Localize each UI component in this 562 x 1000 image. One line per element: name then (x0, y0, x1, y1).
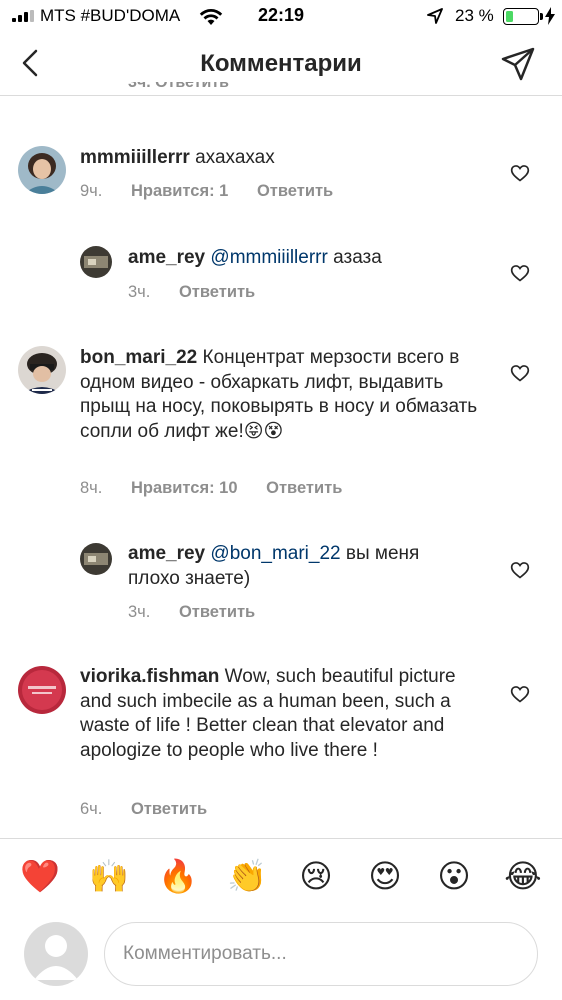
reply-button[interactable]: Ответить (257, 182, 333, 201)
reply-button[interactable]: Ответить (179, 603, 255, 622)
current-user-avatar (24, 922, 88, 986)
comment-meta: 3ч. Ответить (128, 603, 279, 622)
comment-text: bon_mari_22 Концентрат мерзости всего в … (80, 347, 478, 442)
heart-icon[interactable] (510, 163, 530, 183)
comment-time: 9ч. (80, 182, 103, 200)
comment-time: 8ч. (80, 479, 103, 497)
likes-count[interactable]: Нравится: 1 (131, 182, 228, 201)
reply-button[interactable]: Ответить (179, 283, 255, 302)
avatar[interactable] (18, 346, 66, 394)
heart-icon[interactable] (510, 363, 530, 383)
location-arrow-icon (427, 8, 443, 24)
avatar-image (80, 246, 112, 278)
emoji-heart-eyes-button[interactable]: 😍 (365, 856, 405, 896)
charging-icon (545, 7, 555, 25)
heart-icon[interactable] (510, 684, 530, 704)
comment-meta: 9ч. Нравится: 1 Ответить (80, 182, 357, 201)
page-title: Комментарии (200, 50, 362, 77)
comment-meta: 6ч. Ответить (80, 800, 231, 819)
reply-button[interactable]: Ответить (266, 479, 342, 498)
battery-level (506, 11, 513, 22)
status-bar: MTS #BUD'DOMA 22:19 23 % (0, 0, 562, 34)
avatar-image (18, 666, 66, 714)
heart-icon[interactable] (510, 263, 530, 283)
clipped-comment-meta: 3ч. Ответить (128, 82, 230, 91)
emoji-clap-button[interactable]: 👏 (227, 856, 267, 896)
comment-time: 3ч. (128, 603, 151, 621)
comment-username[interactable]: viorika.fishman (80, 666, 219, 687)
comment-time: 3ч. (128, 283, 151, 301)
emoji-quick-bar: ❤️ 🙌 🔥 👏 😢 😍 😮 😂 (0, 848, 562, 904)
heart-icon[interactable] (510, 560, 530, 580)
emoji-surprised-button[interactable]: 😮 (434, 856, 474, 896)
comment-username[interactable]: ame_rey (128, 247, 205, 268)
divider (0, 838, 562, 839)
battery-tip (540, 13, 543, 20)
avatar-image (80, 543, 112, 575)
likes-count[interactable]: Нравится: 10 (131, 479, 238, 498)
emoji-raised-hands-button[interactable]: 🙌 (89, 856, 129, 896)
mention-link[interactable]: @bon_mari_22 (210, 543, 340, 564)
comment-meta: 3ч. Ответить (128, 283, 279, 302)
avatar[interactable] (80, 246, 112, 278)
comment-text: mmmiiillerrr ахахахах (80, 147, 275, 168)
avatar[interactable] (80, 543, 112, 575)
user-placeholder-icon (34, 935, 78, 980)
comment-username[interactable]: bon_mari_22 (80, 347, 197, 368)
emoji-laughing-button[interactable]: 😂 (503, 856, 543, 896)
comment-time: 6ч. (80, 800, 103, 818)
emoji-heart-button[interactable]: ❤️ (20, 856, 60, 896)
battery-percent: 23 % (455, 6, 494, 25)
comment-input[interactable]: Комментировать... (104, 922, 538, 986)
emoji-crying-button[interactable]: 😢 (296, 856, 336, 896)
reply-button[interactable]: Ответить (131, 800, 207, 819)
comment-meta: 8ч. Нравится: 10 Ответить (80, 479, 366, 498)
mention-link[interactable]: @mmmiiillerrr (210, 247, 327, 268)
comment-input-placeholder: Комментировать... (123, 943, 287, 964)
avatar[interactable] (18, 666, 66, 714)
comment-text: viorika.fishman Wow, such beautiful pict… (80, 666, 456, 761)
comment-text: ame_rey @bon_mari_22 вы меня плохо знает… (128, 543, 420, 589)
emoji-fire-button[interactable]: 🔥 (158, 856, 198, 896)
avatar-image (18, 146, 66, 194)
avatar[interactable] (18, 146, 66, 194)
battery-icon (503, 8, 539, 25)
avatar-image (18, 346, 66, 394)
paper-plane-icon[interactable] (500, 46, 536, 82)
comment-username[interactable]: ame_rey (128, 543, 205, 564)
comment-text: ame_rey @mmmiiillerrr азаза (128, 247, 382, 268)
comment-username[interactable]: mmmiiillerrr (80, 147, 190, 168)
